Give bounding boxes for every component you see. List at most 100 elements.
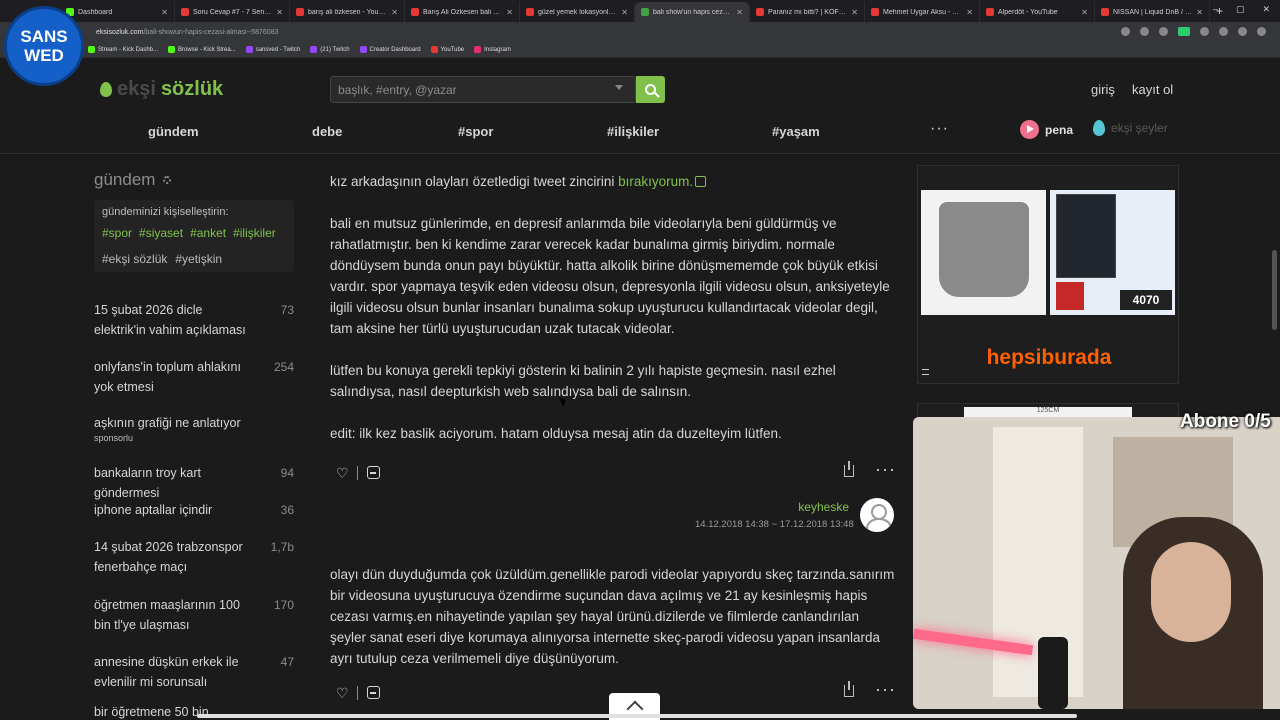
login-link[interactable]: giriş	[1091, 82, 1115, 97]
close-tab-icon[interactable]: ✕	[851, 8, 858, 17]
url-text[interactable]: eksisozluk.com/bali-showun-hapis-cezasi-…	[96, 29, 278, 36]
vertical-scrollbar[interactable]	[1272, 250, 1277, 330]
browser-tab[interactable]: NISSAN | Liquid DnB / Jungle✕	[1095, 2, 1210, 22]
bookmark-star-icon[interactable]	[1159, 27, 1168, 36]
register-link[interactable]: kayıt ol	[1132, 82, 1173, 97]
topic-item[interactable]: annesine düşkün erkek ile evlenilir mi s…	[94, 652, 294, 692]
nav-gundem[interactable]: gündem	[148, 124, 199, 139]
chevron-down-icon[interactable]	[615, 85, 623, 90]
channel-tag[interactable]: #siyaset	[139, 226, 183, 240]
extension-badge-icon[interactable]	[1178, 27, 1190, 36]
eksi-seyler-link[interactable]: ekşi şeyler	[1093, 120, 1168, 136]
zoom-icon[interactable]	[1121, 27, 1130, 36]
nav-iliskiler[interactable]: #ilişkiler	[607, 124, 659, 139]
close-tab-icon[interactable]: ✕	[1196, 8, 1203, 17]
nav-yasam[interactable]: #yaşam	[772, 124, 820, 139]
topic-item[interactable]: 14 şubat 2026 trabzonspor fenerbahçe maç…	[94, 537, 294, 577]
browser-tab[interactable]: Dashboard ✕	[60, 2, 175, 22]
topic-item[interactable]: öğretmen maaşlarının 100 bin tl'ye ulaşm…	[94, 595, 294, 635]
minimize-icon[interactable]: –	[1213, 4, 1218, 15]
close-tab-icon[interactable]: ✕	[276, 8, 283, 17]
browser-tab[interactable]: Mehmet Uygar Aksu - YouTub ✕	[865, 2, 980, 22]
close-tab-icon[interactable]: ✕	[966, 8, 973, 17]
share-icon[interactable]	[844, 461, 854, 477]
close-tab-icon[interactable]: ✕	[161, 8, 168, 17]
bookmark-item[interactable]: Browse - Kick Strea...	[168, 46, 236, 53]
topic-item[interactable]: 15 şubat 2026 dicle elektrik'in vahim aç…	[94, 300, 294, 340]
instagram-icon	[474, 46, 482, 53]
downvote-icon[interactable]	[367, 466, 380, 479]
favorite-heart-icon[interactable]: ♡	[336, 685, 349, 702]
cast-icon[interactable]	[1140, 27, 1149, 36]
avatar[interactable]	[860, 498, 894, 532]
topic-item[interactable]: aşkının grafiği ne anlatıyor sponsorlu	[94, 413, 294, 443]
youtube-icon	[411, 8, 419, 16]
close-tab-icon[interactable]: ✕	[506, 8, 513, 17]
topic-item[interactable]: iphone aptallar içindir 36	[94, 500, 294, 520]
advertisement[interactable]: 4070 hepsiburada	[917, 165, 1179, 384]
address-bar[interactable]: eksisozluk.com/bali-showun-hapis-cezasi-…	[0, 22, 1280, 42]
pena-link[interactable]: pena	[1020, 120, 1073, 139]
maximize-icon[interactable]: ▢	[1236, 4, 1245, 15]
favorite-heart-icon[interactable]: ♡	[336, 465, 349, 482]
channel-tag[interactable]: #ekşi sözlük	[102, 252, 167, 266]
topic-title: onlyfans'in toplum ahlakını yok etmesi	[94, 360, 241, 394]
channel-tag[interactable]: #ilişkiler	[233, 226, 276, 240]
bookmark-item[interactable]: (21) Twitch	[310, 46, 350, 53]
twitch-icon	[245, 46, 253, 53]
channel-tag[interactable]: #yetişkin	[175, 252, 222, 266]
channel-tag[interactable]: #anket	[190, 226, 226, 240]
puzzle-icon[interactable]	[1219, 27, 1228, 36]
browser-tab[interactable]: barış ali özkesen - YouTube ✕	[290, 2, 405, 22]
browser-tab[interactable]: Soru Cevap #7 - 7 Senedir Ne ✕	[175, 2, 290, 22]
topic-title: aşkının grafiği ne anlatıyor	[94, 416, 241, 430]
entry-date[interactable]: 14.12.2018 14:38 ~ 17.12.2018 13:48	[695, 519, 854, 530]
hepsiburada-logo[interactable]: hepsiburada	[918, 346, 1180, 370]
ad-product-image[interactable]	[921, 190, 1046, 315]
menu-icon[interactable]	[1257, 27, 1266, 36]
close-icon[interactable]: ✕	[1262, 4, 1270, 15]
search-input[interactable]: başlık, #entry, @yazar	[330, 76, 636, 103]
close-tab-icon[interactable]: ✕	[1081, 8, 1088, 17]
site-logo[interactable]: ekşi sözlük	[100, 78, 223, 101]
close-tab-icon[interactable]: ✕	[621, 8, 628, 17]
close-tab-icon[interactable]: ✕	[736, 8, 743, 17]
browser-tab[interactable]: Barış Ali Özkesen bali show - ✕	[405, 2, 520, 22]
site-header: ekşi sözlük başlık, #entry, @yazar giriş …	[0, 62, 1280, 154]
nav-more-button[interactable]: ···	[930, 120, 949, 138]
nav-spor[interactable]: #spor	[458, 124, 493, 139]
entry-author[interactable]: keyheske	[798, 500, 849, 514]
search-button[interactable]	[636, 76, 665, 103]
channel-tag[interactable]: #spor	[102, 226, 132, 240]
share-icon[interactable]	[844, 681, 854, 697]
bookmark-item[interactable]: Creator Dashboard	[359, 46, 421, 53]
more-options-icon[interactable]: ···	[875, 679, 896, 700]
close-tab-icon[interactable]: ✕	[391, 8, 398, 17]
bookmark-item[interactable]: YouTube	[430, 46, 464, 53]
browser-tab[interactable]: Alperdöt - YouTube ✕	[980, 2, 1095, 22]
topic-item[interactable]: onlyfans'in toplum ahlakını yok etmesi 25…	[94, 357, 294, 397]
horizontal-scrollbar[interactable]	[197, 714, 1077, 718]
more-options-icon[interactable]: ···	[875, 459, 896, 480]
bookmark-item[interactable]: Instagram	[474, 46, 511, 53]
profile-icon[interactable]	[1238, 27, 1247, 36]
gear-icon[interactable]	[163, 176, 172, 184]
bookmark-label: sansved - Twitch	[255, 46, 301, 53]
tweet-link[interactable]: bırakıyorum.	[618, 174, 693, 189]
downvote-icon[interactable]	[367, 686, 380, 699]
extension-icon[interactable]	[1200, 27, 1209, 36]
browser-tab[interactable]: bali show'un hapis cezası alma✕	[635, 2, 750, 22]
bookmark-item[interactable]: Stream - Kick Dashb...	[88, 46, 158, 53]
browser-tab[interactable]: Paranız mı bitti? | KÖFTİ #01 ✕	[750, 2, 865, 22]
sidebar-title[interactable]: gündem	[94, 170, 294, 190]
topic-item[interactable]: bankaların troy kart göndermesi 94	[94, 463, 294, 503]
nav-debe[interactable]: debe	[312, 124, 342, 139]
topic-title: bankaların troy kart göndermesi	[94, 466, 201, 500]
bookmark-item[interactable]: sansved - Twitch	[245, 46, 301, 53]
ad-product-image[interactable]: 4070	[1050, 190, 1175, 315]
browser-tab[interactable]: güzel yemek lokasyonları - Yo ✕	[520, 2, 635, 22]
ad-menu-icon[interactable]	[922, 369, 929, 375]
kick-icon	[88, 46, 95, 53]
window-controls: – ▢ ✕	[1213, 4, 1270, 15]
browser-tabstrip: Dashboard✕Soru Cevap #7 - 7 Senedir Ne✕b…	[0, 0, 1280, 22]
